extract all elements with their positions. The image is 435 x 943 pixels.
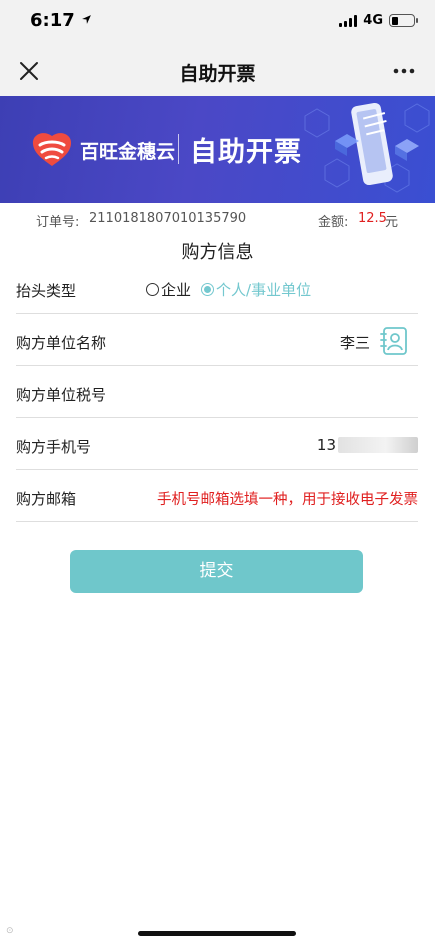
header-type-radio-group: 企业 个人/事业单位 [146, 279, 321, 300]
tax-number-row[interactable]: 购方单位税号 [16, 366, 418, 418]
tax-number-label: 购方单位税号 [16, 386, 107, 404]
phone-input[interactable]: 13 [317, 436, 418, 454]
signal-icon [339, 14, 358, 27]
network-type: 4G [363, 13, 383, 28]
status-indicators: 4G [339, 13, 418, 28]
banner-brand: 百旺金穗云 [80, 141, 176, 163]
page-title: 自助开票 [179, 63, 256, 85]
email-label: 购方邮箱 [16, 490, 77, 508]
home-indicator[interactable] [138, 931, 296, 936]
amount-value: 12.5 [358, 211, 387, 226]
radio-individual-label: 个人/事业单位 [216, 281, 312, 299]
banner-decoration [304, 102, 430, 193]
phone-blur-mask [338, 437, 418, 453]
buyer-name-label: 购方单位名称 [16, 334, 107, 352]
location-arrow-icon [82, 15, 91, 24]
email-input-placeholder[interactable]: 手机号邮箱选填一种，用于接收电子发票 [157, 488, 418, 509]
banner: 百旺金穗云 自助开票 [0, 96, 435, 203]
watermark: ⊙ [6, 926, 14, 936]
buyer-name-input[interactable]: 李三 [340, 332, 370, 353]
radio-enterprise[interactable]: 企业 [146, 279, 191, 300]
header-type-row: 抬头类型 企业 个人/事业单位 [16, 262, 418, 314]
banner-divider [178, 134, 179, 164]
section-title: 购方信息 [181, 242, 254, 263]
header-type-label: 抬头类型 [16, 282, 77, 300]
contact-book-icon[interactable] [380, 326, 408, 356]
email-row[interactable]: 购方邮箱 手机号邮箱选填一种，用于接收电子发票 [16, 470, 418, 522]
more-icon[interactable] [391, 60, 417, 82]
radio-checked-icon [201, 283, 215, 296]
radio-enterprise-label: 企业 [161, 281, 192, 299]
amount-unit: 元 [385, 215, 399, 230]
radio-individual[interactable]: 个人/事业单位 [201, 279, 311, 300]
battery-icon [389, 14, 418, 27]
order-number: 2110181807010135790 [89, 211, 247, 226]
phone-row[interactable]: 购方手机号 13 [16, 418, 418, 470]
order-info: 订单号: 2110181807010135790 金额: 12.5 元 [0, 205, 435, 233]
status-time: 6:17 [30, 10, 92, 31]
radio-unchecked-icon [146, 283, 159, 296]
status-bar: 6:17 4G [0, 0, 435, 44]
banner-title: 自助开票 [190, 137, 302, 168]
nav-bar: 自助开票 [0, 44, 435, 98]
amount-label: 金额: [318, 215, 349, 230]
order-number-label: 订单号: [36, 215, 80, 230]
phone-label: 购方手机号 [16, 438, 92, 456]
submit-button[interactable]: 提交 [70, 550, 363, 593]
brand-logo-icon [32, 133, 72, 166]
phone-value: 13 [316, 436, 336, 454]
buyer-name-row[interactable]: 购方单位名称 李三 [16, 314, 418, 366]
